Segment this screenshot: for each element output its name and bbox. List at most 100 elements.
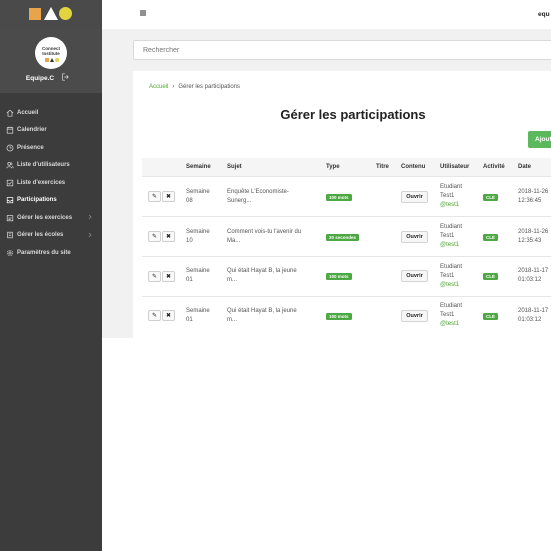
edit-button[interactable]: ✎ [148, 310, 161, 321]
avatar-square-icon [45, 58, 49, 62]
sidebar-item-exercices[interactable]: Liste d'exercices [0, 174, 102, 192]
open-button[interactable]: Ouvrir [401, 191, 428, 203]
type-badge: 100 mots [326, 313, 352, 320]
edit-button[interactable]: ✎ [148, 271, 161, 282]
breadcrumb-current: Gérer les participations [178, 84, 241, 90]
cell-text: Qui était Hayat B, la jeune [227, 308, 297, 314]
open-button[interactable]: Ouvrir [401, 270, 428, 282]
delete-button[interactable]: ✖ [162, 271, 175, 282]
activity-badge: CLÉ [483, 313, 498, 320]
edit-button[interactable]: ✎ [148, 231, 161, 242]
row-divider [142, 296, 551, 297]
top-user-name[interactable]: equ [538, 11, 550, 18]
user-handle-link[interactable]: @test1 [440, 320, 462, 329]
type-badge: 20 secondes [326, 234, 360, 241]
cell-sujet: Qui était Hayat B, la jeune m... [227, 307, 297, 325]
sidebar-item-gerer-exercices[interactable]: Gérer les exercices [0, 209, 102, 227]
column-header-sujet[interactable]: Sujet [227, 164, 242, 170]
logo-circle-icon [59, 7, 72, 20]
delete-button[interactable]: ✖ [162, 191, 175, 202]
sidebar-item-presence[interactable]: Présence [0, 139, 102, 157]
column-header-contenu[interactable]: Contenu [401, 164, 425, 170]
activity-badge: CLÉ [483, 273, 498, 280]
type-badge: 100 mots [326, 273, 352, 280]
activity-badge: CLÉ [483, 234, 498, 241]
cell-text: 2018-11-17 [518, 268, 549, 274]
cell-text: 01:03:12 [518, 277, 542, 283]
home-icon [6, 109, 14, 117]
logo[interactable] [0, 0, 102, 29]
row-divider [142, 216, 551, 217]
sidebar-item-participations[interactable]: Participations [0, 192, 102, 210]
hamburger-menu-icon[interactable] [140, 10, 146, 16]
open-button[interactable]: Ouvrir [401, 231, 428, 243]
sidebar-item-accueil[interactable]: Accueil [0, 104, 102, 122]
cell-text: Semaine [186, 268, 210, 274]
cell-text: 08 [186, 198, 193, 204]
cell-text: 2018-11-26 [518, 189, 549, 195]
sidebar-item-label: Paramètres du site [17, 249, 71, 256]
avatar[interactable]: Connect Institute [35, 37, 67, 69]
sidebar-item-label: Présence [17, 144, 44, 151]
sidebar-item-parametres[interactable]: Paramètres du site [0, 244, 102, 262]
column-header-type[interactable]: Type [326, 164, 340, 170]
cell-date: 2018-11-17 01:03:12 [518, 267, 548, 285]
sidebar-item-calendrier[interactable]: Calendrier [0, 122, 102, 140]
column-header-utilisateur[interactable]: Utilisateur [440, 164, 469, 170]
cell-date: 2018-11-17 01:03:12 [518, 307, 548, 325]
user-handle-link[interactable]: @test1 [440, 201, 462, 210]
user-handle-link[interactable]: @test1 [440, 241, 462, 250]
pencil-icon: ✎ [151, 234, 158, 240]
cell-text: Semaine [186, 189, 210, 195]
close-icon: ✖ [165, 313, 172, 319]
edit-button[interactable]: ✎ [148, 191, 161, 202]
user-profile: Connect Institute Equipe.C [0, 29, 102, 93]
cell-date: 2018-11-26 12:35:43 [518, 228, 548, 246]
add-button[interactable]: Ajout [528, 131, 551, 148]
breadcrumb-separator: › [172, 84, 175, 90]
cell-text: 01 [186, 277, 193, 283]
cell-text: 12:36:45 [518, 198, 542, 204]
cell-date: 2018-11-26 12:36:45 [518, 188, 548, 206]
cell-semaine: Semaine 01 [186, 267, 210, 285]
delete-button[interactable]: ✖ [162, 310, 175, 321]
delete-button[interactable]: ✖ [162, 231, 175, 242]
cell-text: Test1 [440, 273, 455, 279]
users-icon [6, 162, 14, 169]
type-badge: 100 mots [326, 194, 352, 201]
logout-icon[interactable] [61, 73, 69, 81]
sidebar-item-label: Liste d'utilisateurs [17, 162, 70, 169]
search-input[interactable] [133, 40, 551, 60]
pencil-icon: ✎ [151, 274, 158, 280]
exercise-icon [6, 214, 14, 221]
pencil-icon: ✎ [151, 313, 158, 319]
sidebar-item-label: Gérer les écoles [17, 232, 64, 239]
cell-sujet: Enquête L'Economiste- Sunerg... [227, 188, 289, 206]
cell-text: Test1 [440, 312, 455, 318]
column-header-date[interactable]: Date [518, 164, 531, 170]
cell-text: Test1 [440, 233, 455, 239]
cell-semaine: Semaine 10 [186, 228, 210, 246]
cell-text: 12:35:43 [518, 238, 542, 244]
column-header-semaine[interactable]: Semaine [186, 164, 211, 170]
inbox-icon [6, 197, 14, 204]
cell-semaine: Semaine 08 [186, 188, 210, 206]
cell-text: Test1 [440, 193, 455, 199]
school-icon [7, 232, 13, 239]
breadcrumb-home-link[interactable]: Accueil [149, 84, 168, 90]
user-handle-link[interactable]: @test1 [440, 281, 462, 290]
cell-utilisateur: Etudiant Test1 @test1 [440, 263, 462, 290]
sidebar-menu: Accueil Calendrier Présence Liste d'util… [0, 104, 102, 262]
cell-text: m... [227, 277, 237, 283]
sidebar-item-label: Liste d'exercices [17, 179, 66, 186]
column-header-activite[interactable]: Activité [483, 164, 505, 170]
sidebar-item-utilisateurs[interactable]: Liste d'utilisateurs [0, 157, 102, 175]
chevron-right-icon [88, 214, 92, 220]
cell-utilisateur: Etudiant Test1 @test1 [440, 183, 462, 210]
column-header-titre[interactable]: Titre [376, 164, 389, 170]
close-icon: ✖ [165, 234, 172, 240]
sidebar-item-gerer-ecoles[interactable]: Gérer les écoles [0, 227, 102, 245]
open-button[interactable]: Ouvrir [401, 310, 428, 322]
top-bar [102, 0, 551, 29]
cell-sujet: Comment vois-tu l'avenir du Ma... [227, 228, 301, 246]
